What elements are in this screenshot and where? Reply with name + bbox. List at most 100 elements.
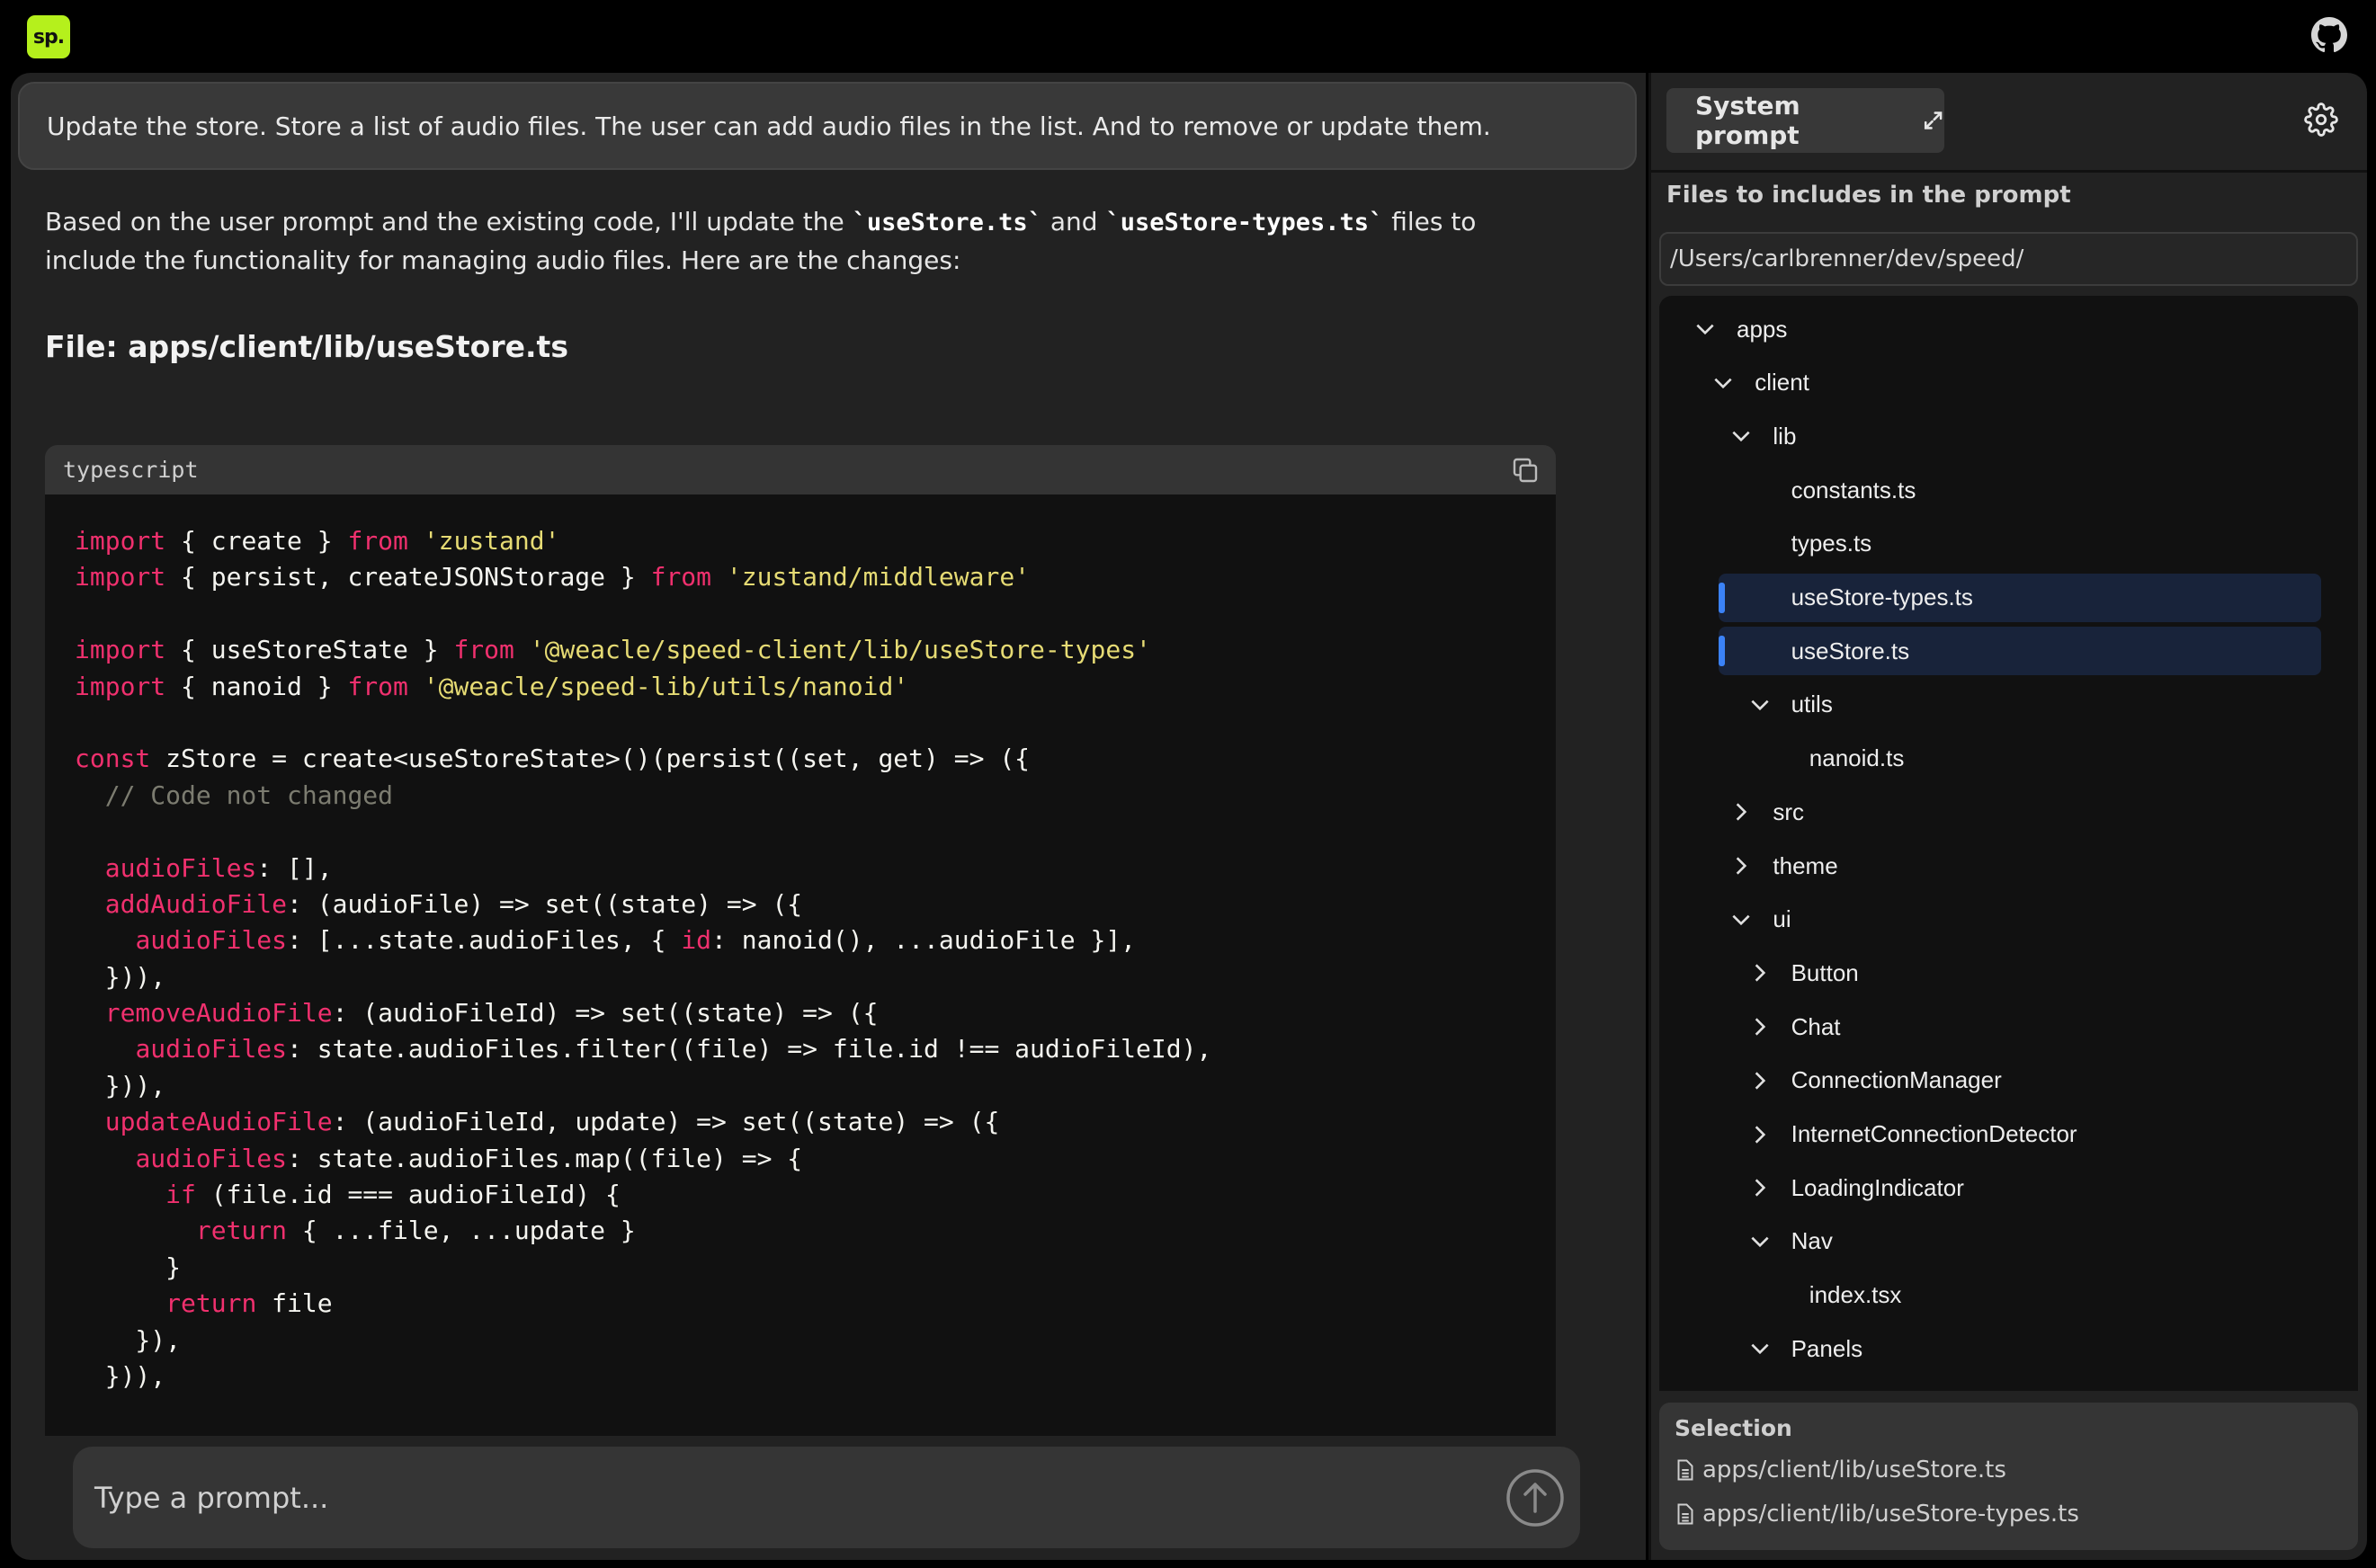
reply-text: and [1041,207,1106,236]
tree-file[interactable]: constants.ts [1659,466,2343,514]
tree-folder[interactable]: theme [1659,842,2343,890]
expand-icon [1924,111,1943,129]
code-keyword: return [165,1288,257,1319]
inline-code: `useStore-types.ts` [1105,209,1384,236]
tree-file[interactable]: index.tsx [1659,1271,2343,1320]
code-text: })), [75,1070,166,1100]
chevron-down-icon[interactable] [1748,1337,1772,1360]
code-keyword: import [75,526,166,556]
tree-folder[interactable]: utils [1659,681,2343,729]
tree-folder[interactable]: Chat [1659,1002,2343,1051]
code-keyword: import [75,562,166,592]
tree-file[interactable]: nanoid.ts [1659,735,2343,783]
tree-folder[interactable]: LoadingIndicator [1659,1163,2343,1212]
code-text: } [75,1252,182,1282]
code-text: { persist, createJSONStorage } [165,562,651,592]
selection-item[interactable]: apps/client/lib/useStore.ts [1677,1457,2006,1483]
app-logo[interactable]: sp. [27,15,70,58]
chevron-down-icon[interactable] [1693,317,1717,341]
tree-file[interactable]: types.ts [1659,520,2343,568]
tree-item-label: InternetConnectionDetector [1791,1120,2077,1147]
tree-folder[interactable]: client [1659,359,2343,407]
tree-item-label: LoadingIndicator [1791,1173,1964,1201]
tree-file[interactable]: useStore-types.ts [1659,574,2343,622]
tree-item-label: types.ts [1791,530,1872,557]
code-line: import { useStoreState } from '@weacle/s… [75,632,1556,668]
chevron-right-icon[interactable] [1748,1069,1772,1092]
chevron-down-icon[interactable] [1748,1230,1772,1253]
chevron-right-icon[interactable] [1748,961,1772,984]
code-text: : (audioFileId, update) => set((state) =… [332,1107,1000,1137]
tree-folder[interactable]: Panels [1659,1324,2343,1373]
tree-item-label: Chat [1791,1012,1841,1040]
chevron-right-icon[interactable] [1748,1123,1772,1146]
chevron-down-icon[interactable] [1748,693,1772,717]
code-keyword: addAudioFile [104,888,288,919]
chevron-right-icon[interactable] [1729,854,1753,878]
prompt-input[interactable]: Type a prompt... [73,1447,1580,1548]
tree-folder[interactable]: ui [1659,895,2343,944]
file-icon [1677,1459,1693,1481]
chevron-down-icon[interactable] [1729,424,1753,448]
code-keyword: import [75,671,166,701]
gear-icon[interactable] [2304,102,2338,137]
project-path-input[interactable] [1659,232,2358,286]
code-text: })), [75,1360,166,1391]
tree-folder[interactable]: Button [1659,949,2343,997]
chevron-down-icon[interactable] [1729,908,1753,931]
tree-item-label: ConnectionManager [1791,1066,2002,1094]
tree-item-label: client [1755,369,1809,396]
tree-folder[interactable]: Nav [1659,1217,2343,1266]
selection-path: apps/client/lib/useStore-types.ts [1702,1501,2079,1528]
code-keyword: import [75,635,166,665]
logo-text: sp. [32,25,65,49]
code-text: : [...state.audioFiles, { [287,925,682,956]
user-message-text: Update the store. Store a list of audio … [47,111,1491,141]
selection-title: Selection [1675,1415,1792,1441]
code-keyword: from [347,526,408,556]
tree-folder[interactable]: src [1659,788,2343,836]
code-text: { useStoreState } [165,635,454,665]
selection-path: apps/client/lib/useStore.ts [1702,1457,2006,1483]
tree-item-label: Panels [1791,1334,1863,1362]
code-keyword: return [195,1216,288,1246]
system-prompt-label: System prompt [1695,91,1800,150]
tree-item-label: apps [1737,315,1788,343]
chevron-right-icon[interactable] [1748,1176,1772,1199]
selection-item[interactable]: apps/client/lib/useStore-types.ts [1677,1501,2079,1528]
code-language: typescript [63,457,199,483]
code-keyword: updateAudioFile [104,1107,333,1137]
github-icon[interactable] [2311,17,2347,53]
code-line: audioFiles: [], [75,851,1556,886]
tree-item-label: useStore-types.ts [1791,584,1973,610]
system-prompt-button[interactable]: System prompt [1666,88,1944,153]
tree-folder[interactable]: ConnectionManager [1659,1056,2343,1105]
file-tree[interactable]: apps client lib constants.ts types.ts useStor… [1659,296,2358,1391]
tree-folder[interactable]: apps [1659,305,2343,353]
assistant-reply: Based on the user prompt and the existin… [45,203,1574,280]
chevron-right-icon[interactable] [1748,1015,1772,1038]
tree-folder[interactable]: lib [1659,412,2343,460]
send-arrow-icon[interactable] [1505,1468,1565,1528]
chevron-down-icon[interactable] [1711,371,1735,395]
code-text: { create } [165,526,348,556]
copy-icon[interactable] [1511,456,1540,485]
code-text: })), [75,961,166,992]
code-line: updateAudioFile: (audioFileId, update) =… [75,1104,1556,1140]
tree-folder[interactable]: InternetConnectionDetector [1659,1110,2343,1159]
tree-file[interactable]: useStore.ts [1659,627,2343,675]
code-keyword: removeAudioFile [104,998,333,1029]
chevron-right-icon[interactable] [1729,800,1753,824]
code-line: } [75,1250,1556,1286]
